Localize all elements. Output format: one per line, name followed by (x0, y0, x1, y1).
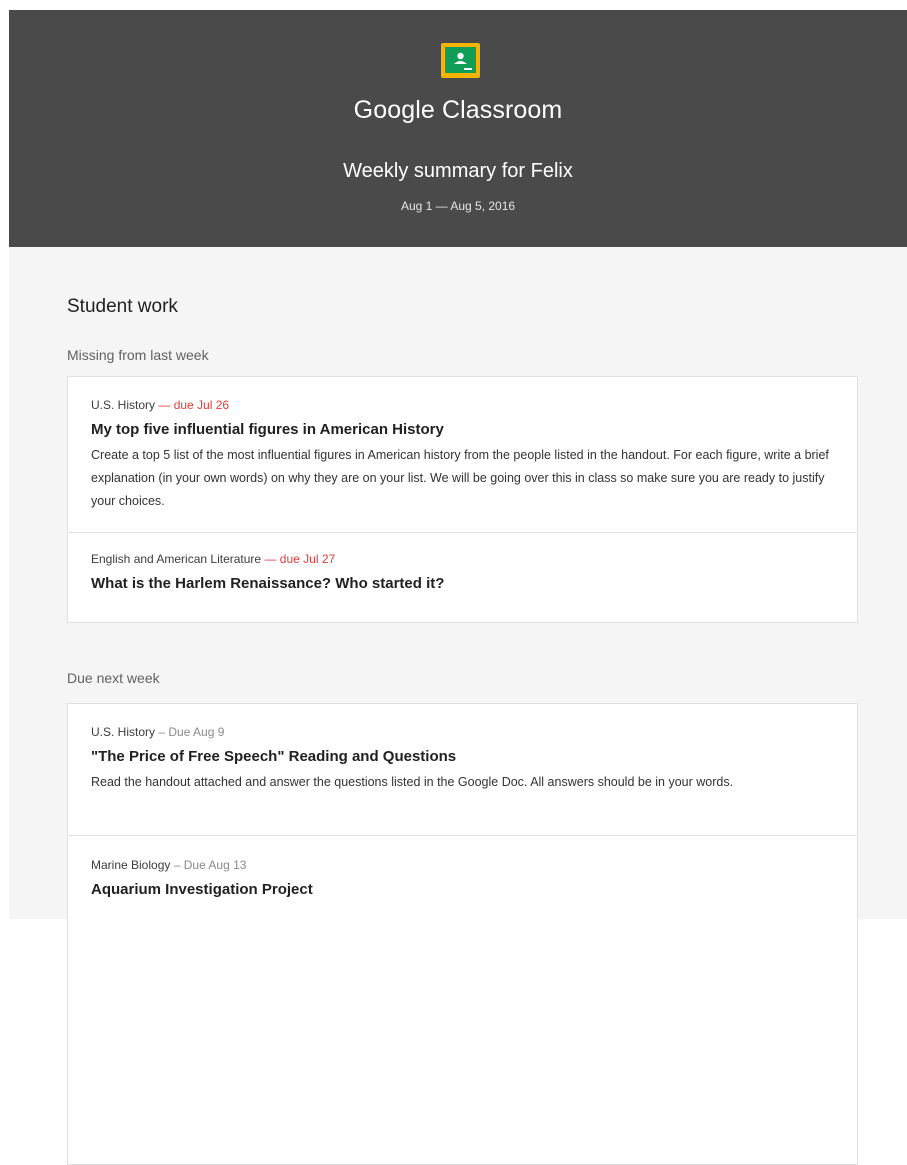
assignment-item[interactable]: Marine Biology – Due Aug 13 Aquarium Inv… (68, 835, 857, 898)
missing-card: U.S. History — due Jul 26 My top five in… (67, 376, 858, 623)
google-classroom-logo (441, 43, 480, 78)
date-range: Aug 1 — Aug 5, 2016 (400, 199, 516, 213)
brand-google: Google (353, 96, 435, 124)
upcoming-label: Due next week (67, 670, 160, 686)
email-frame: Google Classroom Weekly summary for Feli… (9, 10, 907, 1165)
assignment-item[interactable]: English and American Literature — due Ju… (68, 532, 857, 622)
summary-title: Weekly summary for Felix (343, 160, 573, 182)
assignment-title[interactable]: "The Price of Free Speech" Reading and Q… (91, 748, 834, 765)
assignment-description: Read the handout attached and answer the… (91, 775, 734, 789)
upcoming-card: U.S. History – Due Aug 9 "The Price of F… (67, 703, 858, 1165)
summary-header: Google Classroom Weekly summary for Feli… (9, 10, 907, 247)
assignment-item[interactable]: U.S. History – Due Aug 9 "The Price of F… (68, 704, 857, 835)
assignment-title[interactable]: Aquarium Investigation Project (91, 881, 834, 898)
assignment-item[interactable]: U.S. History — due Jul 26 My top five in… (68, 377, 857, 532)
assignment-description: Create a top 5 list of the most influent… (91, 448, 829, 508)
course-name: Marine Biology (91, 858, 171, 872)
due-date: — due Jul 26 (158, 398, 230, 412)
assignment-meta: U.S. History – Due Aug 9 (91, 704, 834, 739)
assignment-meta: Marine Biology – Due Aug 13 (91, 836, 834, 872)
assignment-meta: U.S. History — due Jul 26 (91, 377, 834, 412)
due-date: – Due Aug 13 (173, 858, 247, 872)
brand-name: Google Classroom (9, 96, 907, 125)
assignment-meta: English and American Literature — due Ju… (91, 533, 834, 566)
due-date: — due Jul 27 (264, 552, 336, 566)
course-name: U.S. History (91, 398, 156, 412)
course-name: U.S. History (91, 725, 156, 739)
course-name: English and American Literature (91, 552, 262, 566)
section-title: Student work (67, 296, 178, 317)
assignment-title[interactable]: What is the Harlem Renaissance? Who star… (91, 575, 834, 592)
due-date: – Due Aug 9 (158, 725, 225, 739)
assignment-title[interactable]: My top five influential figures in Ameri… (91, 421, 834, 438)
brand-classroom: Classroom (441, 96, 563, 124)
missing-label: Missing from last week (67, 347, 209, 363)
